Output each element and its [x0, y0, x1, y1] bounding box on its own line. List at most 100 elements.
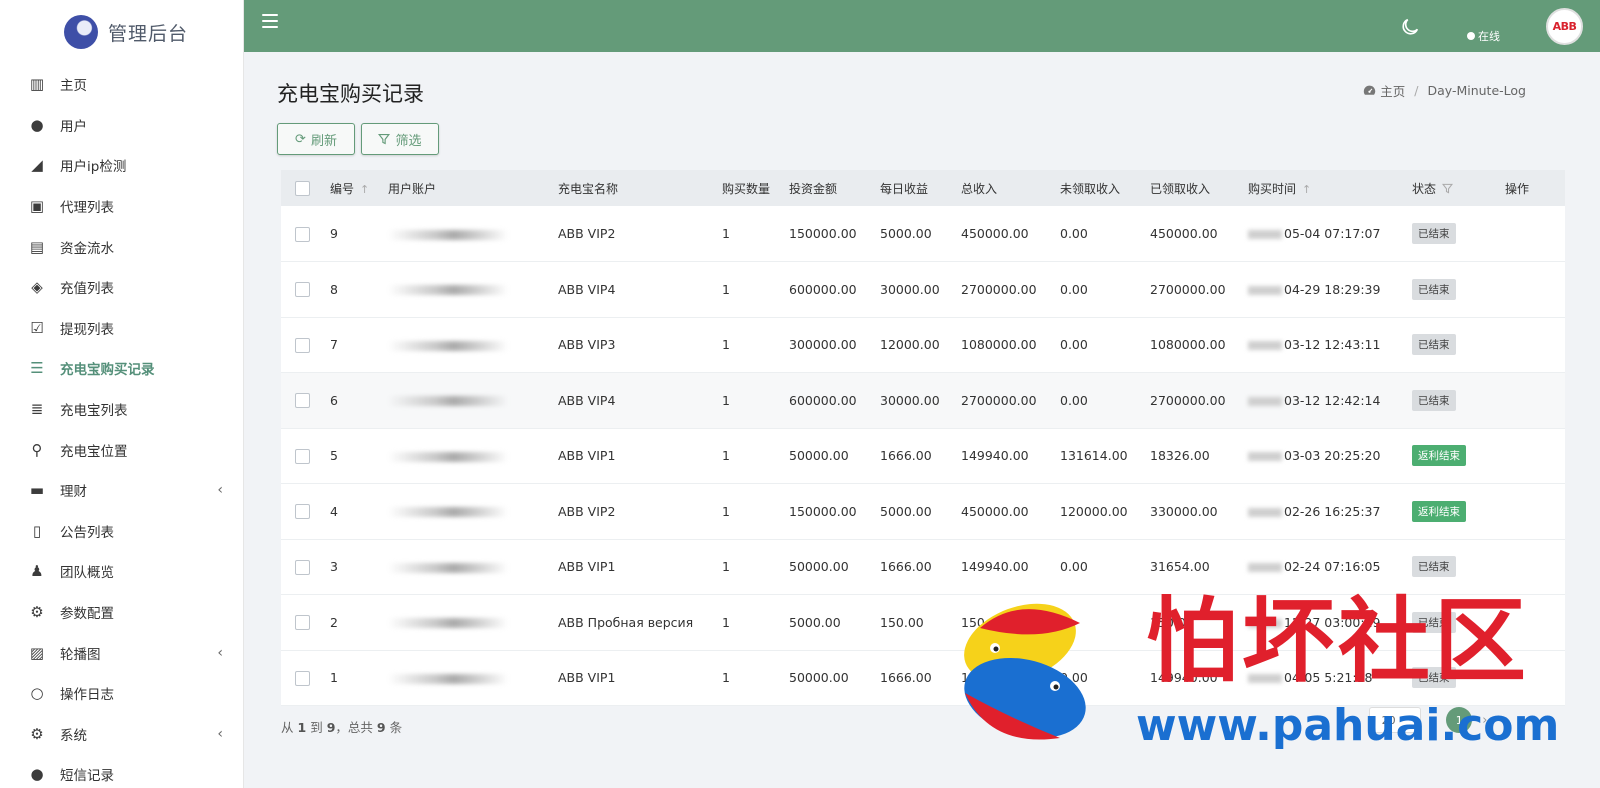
- status-badge: 已结束: [1412, 223, 1456, 244]
- row-checkbox[interactable]: [295, 337, 310, 353]
- chevron-left-icon[interactable]: ‹: [217, 482, 223, 498]
- table-row[interactable]: 7 ABB VIP3 1 300000.00 12000.00 1080000.00 0.0…: [281, 317, 1565, 373]
- row-checkbox[interactable]: [295, 393, 310, 409]
- filter-button[interactable]: 筛选: [361, 123, 439, 155]
- redacted-account: [388, 562, 508, 573]
- header-status[interactable]: 状态: [1406, 170, 1499, 206]
- refresh-button[interactable]: ⟳ 刷新: [277, 123, 355, 155]
- cell-invest: 50000.00: [789, 559, 849, 575]
- status-badge: 返利结束: [1412, 445, 1466, 467]
- sidebar-item[interactable]: ◈ 充值列表: [0, 267, 243, 308]
- redacted-account: [388, 396, 508, 407]
- sidebar-item[interactable]: ○ 操作日志: [0, 673, 243, 714]
- row-select-cell: [281, 206, 324, 262]
- sort-arrow-icon[interactable]: ↑: [360, 183, 369, 196]
- sidebar-item[interactable]: ⚲ 充电宝位置: [0, 429, 243, 470]
- chevron-left-icon[interactable]: ‹: [217, 645, 223, 661]
- sidebar-item[interactable]: ◢ 用户ip检测: [0, 145, 243, 186]
- sidebar-item[interactable]: ⚙ 系统 ‹: [0, 714, 243, 755]
- redacted-date-prefix: [1248, 396, 1282, 406]
- header-daily-label: 每日收益: [880, 181, 929, 196]
- cell-action: [1499, 539, 1565, 595]
- table-row[interactable]: 4 ABB VIP2 1 150000.00 5000.00 450000.00 12000…: [281, 483, 1565, 539]
- next-page-icon[interactable]: ›: [1482, 713, 1487, 728]
- sidebar-item[interactable]: ☰ 充电宝购买记录: [0, 348, 243, 389]
- cell-status: 已结束: [1406, 206, 1499, 262]
- filter-icon[interactable]: [1441, 183, 1454, 194]
- cell-invest: 600000.00: [789, 392, 857, 408]
- row-checkbox[interactable]: [295, 670, 310, 686]
- cell-time: 03-12 12:43:11: [1242, 317, 1406, 373]
- table-row[interactable]: 3 ABB VIP1 1 50000.00 1666.00 149940.00 0.00 31…: [281, 539, 1565, 595]
- sidebar-item[interactable]: ▯ 公告列表: [0, 511, 243, 552]
- page-size-select[interactable]: 20 ⌃: [1369, 707, 1421, 733]
- header-id[interactable]: 编号 ↑: [324, 170, 382, 206]
- cell-invest: 5000.00: [789, 614, 841, 630]
- cell-action: [1499, 262, 1565, 318]
- header-time[interactable]: 购买时间 ↑: [1242, 170, 1406, 206]
- cell-daily: 30000.00: [880, 281, 940, 297]
- sidebar-item[interactable]: ▥ 主页: [0, 64, 243, 105]
- redacted-account: [388, 507, 508, 518]
- cell-time: 05-04 07:17:07: [1242, 206, 1406, 262]
- sidebar-item-label: 操作日志: [60, 687, 114, 704]
- chevron-left-icon[interactable]: ‹: [217, 726, 223, 742]
- cell-qty: 1: [722, 559, 730, 575]
- row-checkbox[interactable]: [295, 559, 310, 575]
- moon-icon[interactable]: [1399, 16, 1421, 38]
- sidebar-item[interactable]: ⚙ 参数配置: [0, 592, 243, 633]
- table-row[interactable]: 1 ABB VIP1 1 50000.00 1666.00 149 0.00 149940.0…: [281, 650, 1565, 706]
- cell-claimed: 2700000.00: [1150, 281, 1226, 297]
- cell-daily: 5000.00: [880, 503, 932, 519]
- sidebar-item[interactable]: ▣ 代理列表: [0, 186, 243, 227]
- cell-invest: 150000.00: [789, 226, 857, 241]
- sort-arrow-icon[interactable]: ↑: [1302, 183, 1311, 196]
- cell-status: 已结束: [1406, 595, 1499, 651]
- sidebar-item[interactable]: ≣ 充电宝列表: [0, 389, 243, 430]
- sidebar-item-label: 充电宝列表: [60, 403, 128, 420]
- select-all-checkbox[interactable]: [295, 180, 310, 196]
- row-checkbox[interactable]: [295, 282, 310, 298]
- sidebar-item[interactable]: ☑ 提现列表: [0, 308, 243, 349]
- sidebar-item[interactable]: ▨ 轮播图 ‹: [0, 632, 243, 673]
- header-unclaimed: 未领取收入: [1054, 170, 1144, 206]
- cell-unclaimed: [1054, 595, 1144, 651]
- hamburger-menu-icon[interactable]: [262, 14, 278, 28]
- cell-invest: 50000.00: [789, 670, 849, 686]
- cell-qty: 1: [722, 281, 730, 297]
- sidebar-item[interactable]: ▬ 理财 ‹: [0, 470, 243, 511]
- cell-action: [1499, 428, 1565, 484]
- page-number-current[interactable]: 1: [1446, 707, 1473, 733]
- sidebar-item[interactable]: ● 用户: [0, 105, 243, 146]
- table-row[interactable]: 5 ABB VIP1 1 50000.00 1666.00 149940.00 131614…: [281, 428, 1565, 484]
- sidebar-item-label: 短信记录: [60, 768, 114, 785]
- sidebar-item[interactable]: ♟ 团队概览: [0, 551, 243, 592]
- cell-unclaimed: 131614.00: [1060, 448, 1128, 464]
- cell-unclaimed: 0.00: [1060, 392, 1088, 408]
- archive-icon: ▬: [29, 481, 45, 500]
- row-checkbox[interactable]: [295, 615, 310, 631]
- brand[interactable]: 管理后台: [0, 0, 243, 64]
- sidebar-item[interactable]: ● 短信记录: [0, 754, 243, 788]
- status-badge: 已结束: [1412, 556, 1456, 578]
- sidebar-item[interactable]: ▤ 资金流水: [0, 226, 243, 267]
- table-row[interactable]: 8 ABB VIP4 1 600000.00 30000.00 2700000.00 0.0…: [281, 261, 1565, 318]
- map-marker-icon: ⚲: [31, 440, 43, 459]
- header-status-label: 状态: [1412, 181, 1437, 196]
- table-row[interactable]: 2 ABB Пробная версия 1 5000.00 150.00 150.00 1…: [281, 594, 1565, 651]
- cell-unclaimed: 0.00: [1060, 559, 1088, 575]
- table-row[interactable]: 9 ABB VIP2 1 150000.00 5000.00 450000.00 0.00 4…: [281, 206, 1565, 262]
- row-checkbox[interactable]: [295, 504, 310, 520]
- cell-id: 7: [330, 337, 338, 353]
- breadcrumb-home[interactable]: 主页: [1380, 81, 1405, 100]
- filter-label: 筛选: [395, 133, 422, 149]
- table-row[interactable]: 6 ABB VIP4 1 600000.00 30000.00 2700000.00 0.0…: [281, 372, 1565, 428]
- row-checkbox[interactable]: [295, 448, 310, 464]
- cell-daily: 12000.00: [880, 337, 940, 353]
- avatar[interactable]: ABB: [1546, 8, 1583, 45]
- prev-page-icon[interactable]: ‹: [1431, 713, 1436, 728]
- cell-qty: 1: [722, 670, 730, 686]
- main-content: 充电宝购买记录 主页 / Day-Minute-Log ⟳ 刷新 筛选 编号 ↑ …: [244, 52, 1600, 788]
- brand-title: 管理后台: [108, 22, 189, 45]
- row-checkbox[interactable]: [295, 226, 310, 242]
